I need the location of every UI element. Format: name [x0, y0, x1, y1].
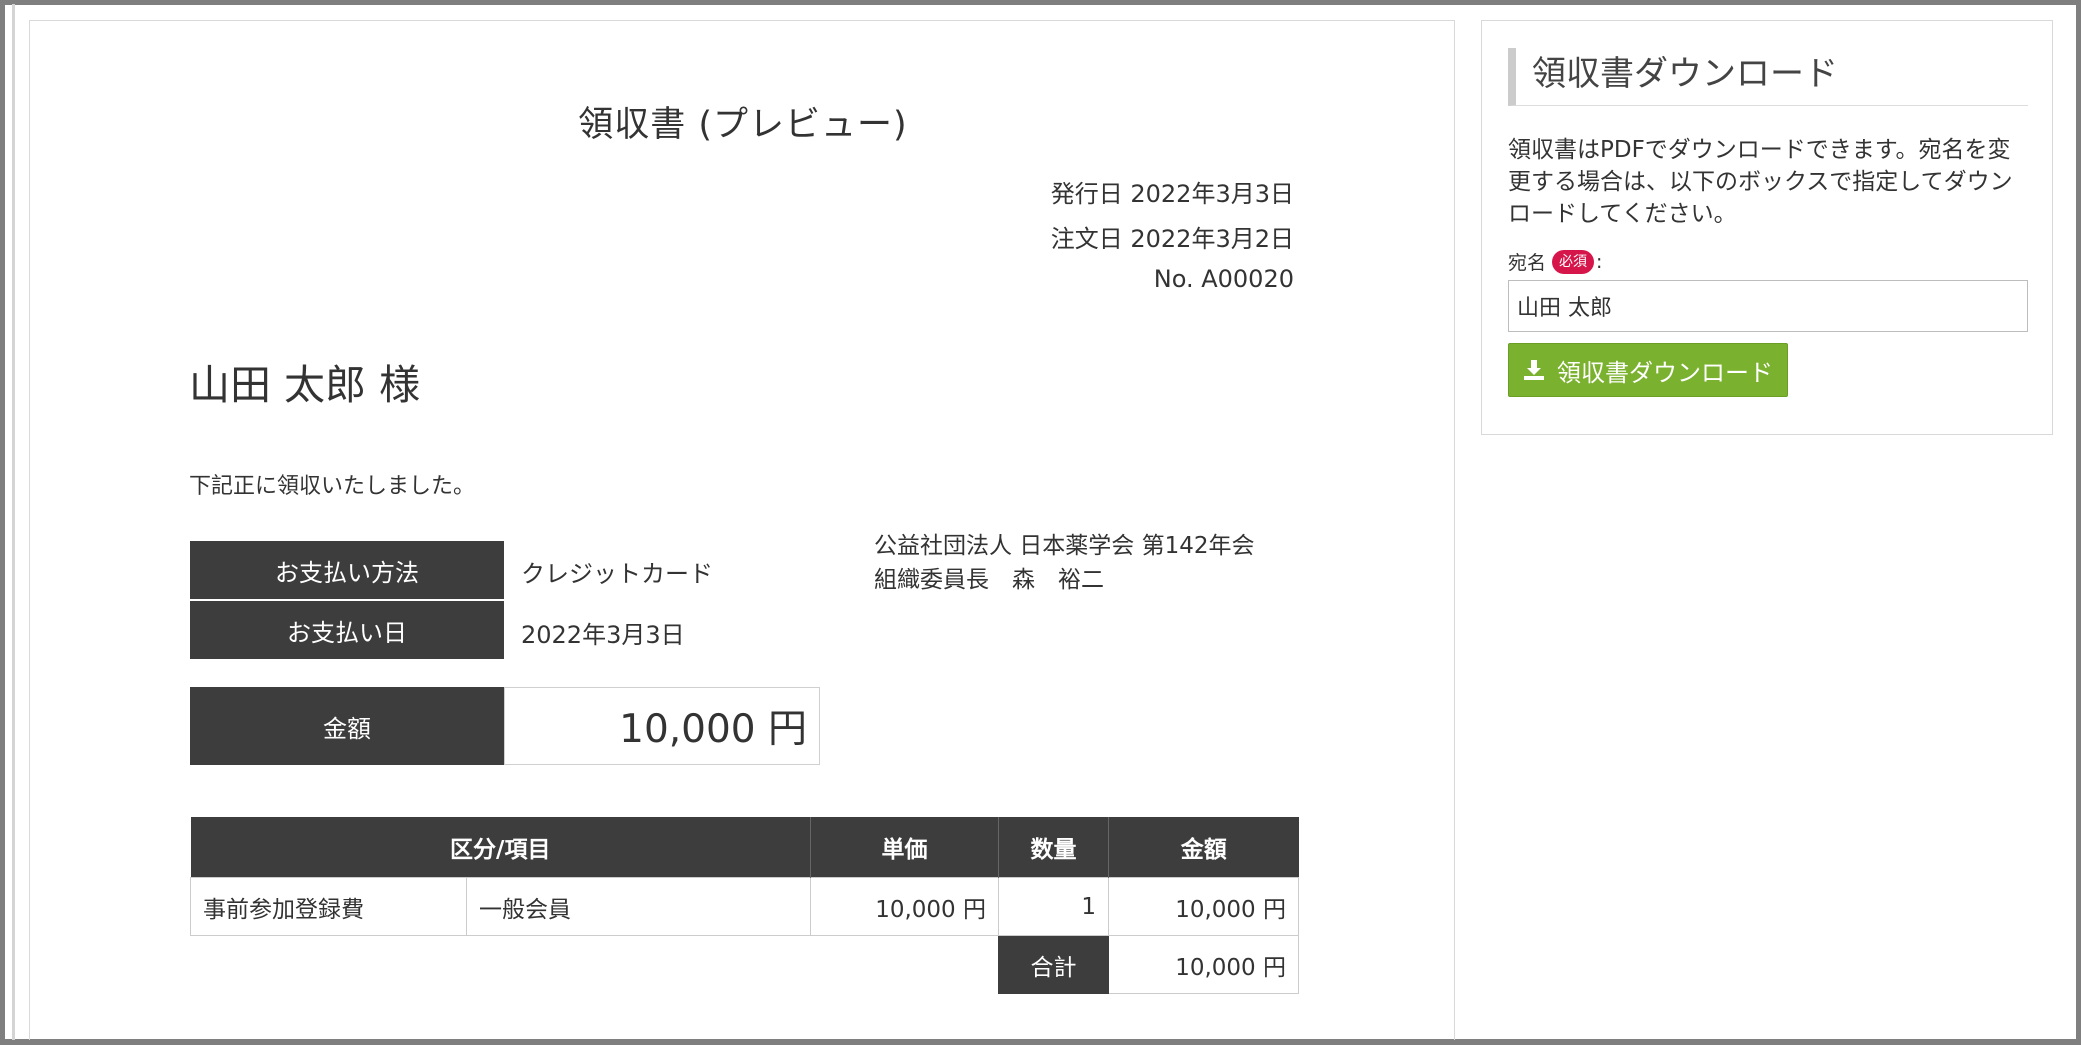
receipt-preview: 領収書 (プレビュー) 発行日 2022年3月3日 注文日 2022年3月2日 … [29, 20, 1455, 1040]
amount-value: 10,000 円 [504, 687, 820, 765]
download-panel: 領収書ダウンロード 領収書はPDFでダウンロードできます。宛名を変更する場合は、… [1481, 20, 2053, 435]
issuer-organization: 公益社団法人 日本薬学会 第142年会 [874, 533, 1255, 559]
recipient-name-input[interactable] [1508, 280, 2028, 332]
total-label: 合計 [998, 935, 1109, 994]
issuer-info: 公益社団法人 日本薬学会 第142年会 組織委員長 森 裕二 [874, 529, 1255, 597]
blank-cell [811, 936, 999, 994]
blank-cell [191, 936, 467, 994]
table-row: 事前参加登録費 一般会員 10,000 円 1 10,000 円 [190, 877, 1299, 936]
row-category: 事前参加登録費 [190, 877, 467, 936]
issuer-representative: 組織委員長 森 裕二 [874, 567, 1104, 593]
payment-method-value: クレジットカード [521, 560, 713, 588]
receipt-lead-text: 下記正に領収いたしました。 [189, 474, 476, 499]
frame-divider [12, 4, 15, 1040]
receipt-number: No. A00020 [1153, 265, 1294, 293]
amount-label: 金額 [190, 687, 504, 765]
row-item: 一般会員 [466, 877, 811, 936]
payment-date-value: 2022年3月3日 [521, 621, 685, 649]
row-amount: 10,000 円 [1108, 877, 1299, 936]
payment-method-label: お支払い方法 [190, 541, 504, 599]
download-description: 領収書はPDFでダウンロードできます。宛名を変更する場合は、以下のボックスで指定… [1508, 137, 2013, 227]
header-quantity: 数量 [998, 817, 1109, 878]
order-date: 注文日 2022年3月2日 [1050, 225, 1294, 253]
recipient-field-label: 宛名 必須 : [1508, 248, 1602, 275]
header-unit-price: 単価 [810, 817, 999, 878]
field-label-colon: : [1596, 250, 1603, 273]
table-total-row: 合計 10,000 円 [191, 935, 1299, 994]
row-quantity: 1 [998, 877, 1109, 936]
download-receipt-button[interactable]: 領収書ダウンロード [1508, 343, 1788, 397]
field-label-text: 宛名 [1508, 252, 1547, 274]
recipient-name: 山田 太郎 様 [189, 361, 421, 409]
total-value: 10,000 円 [1108, 935, 1299, 994]
download-icon [1524, 360, 1544, 380]
download-button-label: 領収書ダウンロード [1557, 358, 1773, 387]
download-panel-title: 領収書ダウンロード [1508, 48, 2028, 106]
header-amount: 金額 [1108, 817, 1299, 878]
issue-date: 発行日 2022年3月3日 [1050, 180, 1294, 208]
required-badge: 必須 [1552, 249, 1595, 274]
blank-cell [467, 936, 811, 994]
table-header-row: 区分/項目 単価 数量 金額 [190, 817, 1299, 878]
receipt-title: 領収書 (プレビュー) [578, 105, 908, 145]
header-category-item: 区分/項目 [190, 817, 811, 878]
line-items-table: 区分/項目 単価 数量 金額 事前参加登録費 一般会員 10,000 円 1 1… [190, 817, 1299, 994]
payment-date-label: お支払い日 [190, 601, 504, 659]
row-unit-price: 10,000 円 [810, 877, 999, 936]
